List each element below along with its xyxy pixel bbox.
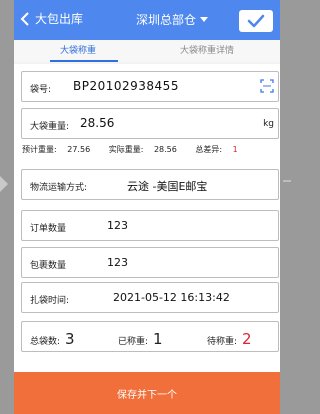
total-bags-value: 3 <box>65 330 75 348</box>
bagging-time-value: 2021-05-12 16:13:42 <box>113 291 230 304</box>
logistics-method-label: 物流运输方式: <box>30 183 88 193</box>
weight-unit: kg <box>263 119 274 129</box>
pending-bags-label: 待称重: <box>207 337 238 347</box>
scan-icon[interactable] <box>260 79 274 93</box>
total-difference-value: 1 <box>232 145 238 154</box>
checkmark-icon <box>247 14 265 28</box>
logistics-method-field[interactable]: 物流运输方式: 云途 -美国E邮宝 <box>21 169 279 200</box>
bag-number-value: BP20102938455 <box>73 79 179 93</box>
bag-totals-field: 总袋数: 3 已称重: 1 待称重: 2 <box>21 321 279 352</box>
tab-bag-weighing[interactable]: 大袋称重 <box>60 43 96 56</box>
package-count-field[interactable]: 包裹数量 123 <box>21 247 279 278</box>
warehouse-selector[interactable]: 深圳总部仓 <box>136 11 209 28</box>
order-count-field[interactable]: 订单数量 123 <box>21 210 279 241</box>
warehouse-title: 深圳总部仓 <box>136 13 197 27</box>
pending-bags-value: 2 <box>242 330 252 348</box>
bag-weight-field[interactable]: 大袋重量: 28.56 kg <box>21 108 279 139</box>
mobile-screen: 大包出库 深圳总部仓 大袋称重 大袋称重详情 袋号: BP20102938455… <box>14 0 280 414</box>
bagging-time-label: 扎袋时间: <box>30 296 70 306</box>
package-count-value: 123 <box>107 256 128 269</box>
logistics-method-value: 云途 -美国E邮宝 <box>127 180 208 193</box>
tab-bar: 大袋称重 大袋称重详情 <box>14 40 280 62</box>
order-count-label: 订单数量 <box>30 224 67 234</box>
total-bags-label: 总袋数: <box>30 337 61 347</box>
pending-bags: 待称重: 2 <box>207 330 252 348</box>
back-button-label: 大包出库 <box>35 12 84 26</box>
bag-number-label: 袋号: <box>30 85 52 95</box>
actual-weight-value: 28.56 <box>153 145 177 154</box>
chevron-down-icon <box>200 17 209 22</box>
actual-weight: 实际重量: 28.56 <box>109 145 188 154</box>
bag-weight-value: 28.56 <box>80 116 115 130</box>
active-tab-indicator <box>50 60 118 62</box>
back-button[interactable]: 大包出库 <box>20 10 83 27</box>
tab-bag-weighing-details[interactable]: 大袋称重详情 <box>180 43 234 56</box>
bag-weight-label: 大袋重量: <box>30 122 70 132</box>
top-navigation-bar: 大包出库 深圳总部仓 <box>14 0 280 40</box>
estimated-weight-label: 预计重量: <box>22 145 57 154</box>
save-and-next-button[interactable]: 保存并下一个 <box>14 372 280 414</box>
order-count-value: 123 <box>107 219 128 232</box>
total-difference: 总差异: 1 <box>195 145 245 154</box>
weighing-form: 袋号: BP20102938455 大袋重量: 28.56 kg 预计重量: 2… <box>14 64 280 372</box>
bag-number-field[interactable]: 袋号: BP20102938455 <box>21 71 279 102</box>
next-screen-connector <box>283 180 291 182</box>
back-arrow-icon <box>20 11 29 26</box>
total-bags: 总袋数: 3 <box>30 330 75 348</box>
weighed-bags: 已称重: 1 <box>118 330 163 348</box>
weighed-bags-value: 1 <box>153 330 163 348</box>
total-difference-label: 总差异: <box>195 145 223 154</box>
weighed-bags-label: 已称重: <box>118 337 149 347</box>
bagging-time-field[interactable]: 扎袋时间: 2021-05-12 16:13:42 <box>21 282 279 313</box>
package-count-label: 包裹数量 <box>30 261 67 271</box>
estimated-weight: 预计重量: 27.56 <box>22 145 101 154</box>
estimated-weight-value: 27.56 <box>67 145 91 154</box>
actual-weight-label: 实际重量: <box>108 145 144 154</box>
weight-summary: 预计重量: 27.56 实际重量: 28.56 总差异: 1 <box>22 144 254 155</box>
confirm-button[interactable] <box>239 10 273 32</box>
save-and-next-label: 保存并下一个 <box>117 389 177 401</box>
